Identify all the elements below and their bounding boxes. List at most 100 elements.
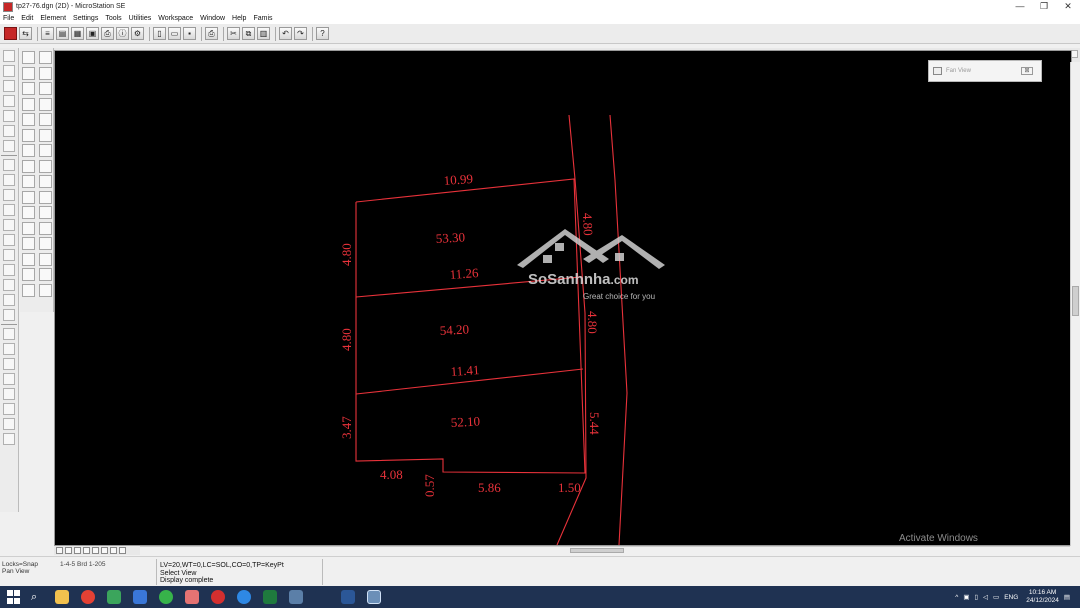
vertical-scroll-thumb[interactable] bbox=[1072, 286, 1079, 316]
save-icon[interactable]: ▪ bbox=[183, 27, 196, 40]
cut-icon[interactable]: ✂ bbox=[227, 27, 240, 40]
print2-icon[interactable]: ⎙ bbox=[205, 27, 218, 40]
tool-icon[interactable] bbox=[22, 221, 35, 235]
tool-icon[interactable] bbox=[3, 373, 15, 385]
menu-famis[interactable]: Famis bbox=[253, 15, 272, 22]
tool-icon[interactable] bbox=[3, 125, 15, 137]
menu-edit[interactable]: Edit bbox=[21, 15, 33, 22]
cell-icon[interactable]: ▦ bbox=[71, 27, 84, 40]
horizontal-scrollbar[interactable] bbox=[140, 546, 1070, 554]
app-icon[interactable] bbox=[133, 590, 147, 604]
undo-icon[interactable]: ↶ bbox=[279, 27, 292, 40]
app-icon[interactable] bbox=[159, 590, 173, 604]
word-icon[interactable] bbox=[341, 590, 355, 604]
raster-icon[interactable]: ▣ bbox=[86, 27, 99, 40]
tool-icon[interactable] bbox=[39, 159, 52, 173]
tool-icon[interactable] bbox=[3, 328, 15, 340]
open-file-icon[interactable]: ▭ bbox=[168, 27, 181, 40]
info-icon[interactable]: ⓘ bbox=[116, 27, 129, 40]
stop-icon[interactable] bbox=[4, 27, 17, 40]
tool-icon[interactable] bbox=[39, 51, 52, 64]
tool-icon[interactable] bbox=[3, 294, 15, 306]
chrome-icon[interactable] bbox=[81, 590, 95, 604]
tool-icon[interactable] bbox=[3, 249, 15, 261]
tool-icon[interactable] bbox=[39, 268, 52, 281]
data-icon[interactable]: ⚙ bbox=[131, 27, 144, 40]
level-icon[interactable]: ≡ bbox=[41, 27, 54, 40]
tool-icon[interactable] bbox=[3, 219, 15, 231]
fan-view-dialog[interactable]: Fan View ⊠ bbox=[928, 60, 1042, 82]
new-file-icon[interactable]: ▯ bbox=[153, 27, 166, 40]
windows-start-icon[interactable] bbox=[7, 590, 21, 604]
tool-icon[interactable] bbox=[39, 190, 52, 204]
copy-icon[interactable]: ⧉ bbox=[242, 27, 255, 40]
menu-element[interactable]: Element bbox=[40, 15, 66, 22]
view-previous-icon[interactable] bbox=[110, 547, 117, 554]
menu-tools[interactable]: Tools bbox=[105, 15, 121, 22]
tray-chevron-icon[interactable]: ^ bbox=[955, 594, 958, 601]
zoom-out-icon[interactable] bbox=[65, 547, 72, 554]
tray-app-icon[interactable]: ▣ bbox=[963, 593, 969, 601]
fan-view-close-button[interactable]: ⊠ bbox=[1021, 67, 1033, 75]
tool-icon[interactable] bbox=[39, 252, 52, 266]
battery-icon[interactable]: ▯ bbox=[974, 593, 978, 601]
reference-icon[interactable]: ⇆ bbox=[19, 27, 32, 40]
tool-icon[interactable] bbox=[22, 206, 35, 219]
tool-icon[interactable] bbox=[22, 144, 35, 157]
tool-icon[interactable] bbox=[3, 309, 15, 321]
horizontal-scroll-thumb[interactable] bbox=[570, 548, 624, 553]
tool-icon[interactable] bbox=[3, 110, 15, 122]
clock[interactable]: 10:16 AM 24/12/2024 bbox=[1026, 589, 1059, 605]
tool-icon[interactable] bbox=[3, 80, 15, 92]
menu-settings[interactable]: Settings bbox=[73, 15, 98, 22]
tool-icon[interactable] bbox=[22, 97, 35, 111]
tool-icon[interactable] bbox=[3, 95, 15, 107]
close-button[interactable]: ✕ bbox=[1056, 0, 1080, 13]
app-icon[interactable] bbox=[289, 590, 303, 604]
app-icon[interactable] bbox=[107, 590, 121, 604]
tool-icon[interactable] bbox=[3, 159, 15, 171]
rotate-view-icon[interactable] bbox=[92, 547, 99, 554]
window-area-icon[interactable] bbox=[74, 547, 81, 554]
tool-icon[interactable] bbox=[3, 174, 15, 186]
tool-icon[interactable] bbox=[22, 237, 35, 250]
menu-window[interactable]: Window bbox=[200, 15, 225, 22]
minimize-button[interactable]: — bbox=[1008, 0, 1032, 13]
tool-icon[interactable] bbox=[3, 418, 15, 430]
language-indicator[interactable]: ENG bbox=[1004, 594, 1018, 601]
tool-icon[interactable] bbox=[3, 433, 15, 445]
notification-icon[interactable]: ▤ bbox=[1064, 593, 1070, 601]
zalo-icon[interactable] bbox=[237, 590, 251, 604]
tool-icon[interactable] bbox=[39, 221, 52, 235]
tool-icon[interactable] bbox=[39, 128, 52, 142]
tool-icon[interactable] bbox=[3, 65, 15, 77]
network-icon[interactable]: ▭ bbox=[993, 593, 999, 601]
tool-icon[interactable] bbox=[3, 343, 15, 355]
tool-icon[interactable] bbox=[39, 175, 52, 188]
view-attr-icon[interactable]: ▤ bbox=[56, 27, 69, 40]
tool-icon[interactable] bbox=[3, 388, 15, 400]
tool-icon[interactable] bbox=[39, 237, 52, 250]
tool-icon[interactable] bbox=[3, 358, 15, 370]
menu-file[interactable]: File bbox=[3, 15, 14, 22]
tool-icon[interactable] bbox=[39, 206, 52, 219]
tool-icon[interactable] bbox=[22, 128, 35, 142]
tool-icon[interactable] bbox=[22, 283, 35, 297]
tool-icon[interactable] bbox=[22, 268, 35, 281]
menu-workspace[interactable]: Workspace bbox=[158, 15, 193, 22]
tool-icon[interactable] bbox=[39, 113, 52, 126]
tool-icon[interactable] bbox=[3, 403, 15, 415]
zoom-in-icon[interactable] bbox=[56, 547, 63, 554]
tool-icon[interactable] bbox=[22, 113, 35, 126]
menu-help[interactable]: Help bbox=[232, 15, 246, 22]
tool-icon[interactable] bbox=[22, 51, 35, 64]
microstation-taskbar-icon[interactable] bbox=[367, 590, 381, 604]
fit-view-icon[interactable] bbox=[83, 547, 90, 554]
app-icon[interactable] bbox=[211, 590, 225, 604]
help-icon[interactable]: ? bbox=[316, 27, 329, 40]
tool-icon[interactable] bbox=[39, 82, 52, 95]
tool-icon[interactable] bbox=[3, 189, 15, 201]
tool-icon[interactable] bbox=[3, 279, 15, 291]
tool-icon[interactable] bbox=[3, 140, 15, 152]
tool-icon[interactable] bbox=[22, 190, 35, 204]
